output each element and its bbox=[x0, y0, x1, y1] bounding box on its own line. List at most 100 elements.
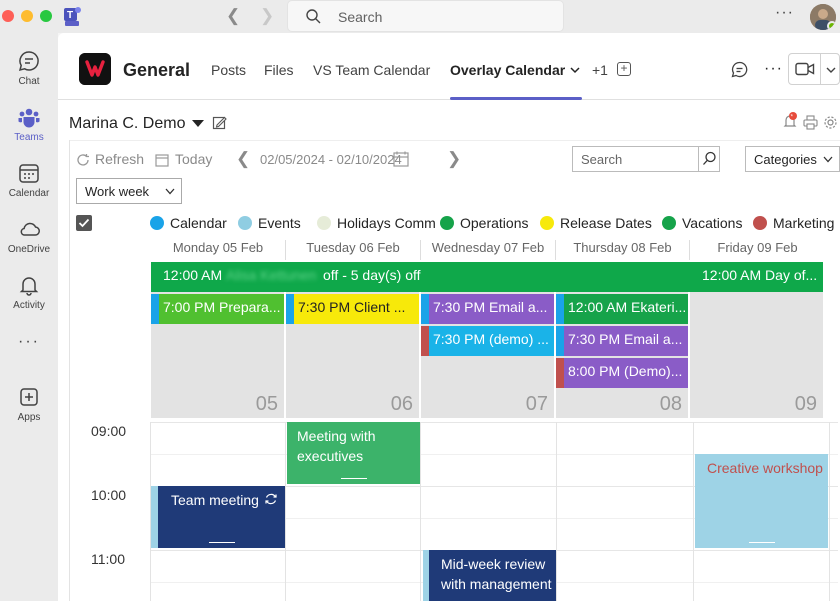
rail-item-activity[interactable]: Activity bbox=[0, 273, 58, 311]
date-picker-icon[interactable] bbox=[393, 151, 409, 167]
channel-more-options-icon[interactable]: ··· bbox=[764, 60, 783, 78]
checkmark-icon bbox=[78, 218, 90, 228]
day-event[interactable]: 7:30 PM Client ... bbox=[286, 294, 419, 324]
meet-button[interactable] bbox=[788, 53, 840, 85]
tab-more-count[interactable]: +1 bbox=[592, 62, 608, 78]
presence-available-icon bbox=[827, 21, 836, 30]
next-week-arrow-icon[interactable]: ❯ bbox=[447, 149, 461, 169]
more-apps-icon[interactable]: ··· bbox=[0, 333, 58, 351]
tab-posts[interactable]: Posts bbox=[211, 62, 246, 78]
print-icon[interactable] bbox=[803, 115, 818, 130]
tab-vs-team-calendar[interactable]: VS Team Calendar bbox=[313, 62, 430, 78]
meet-chevron-down-icon[interactable] bbox=[826, 66, 836, 74]
legend-label: Marketing bbox=[773, 215, 835, 231]
svg-text:T: T bbox=[67, 10, 73, 21]
legend-item-events[interactable]: Events bbox=[238, 215, 301, 231]
timed-event[interactable]: Mid-week review with management bbox=[423, 550, 556, 601]
notification-bell-icon[interactable]: * bbox=[783, 112, 797, 129]
legend-swatch bbox=[753, 216, 767, 230]
today-button[interactable]: Today bbox=[175, 151, 212, 167]
timed-event[interactable]: Team meeting bbox=[151, 486, 285, 548]
time-column-thursday[interactable] bbox=[557, 422, 694, 601]
event-title: 8:00 PM (Demo)... bbox=[568, 363, 683, 379]
timed-event[interactable]: Meeting with executives bbox=[287, 422, 420, 484]
add-tab-icon[interactable]: + bbox=[617, 62, 631, 76]
day-number: 07 bbox=[525, 393, 548, 415]
tab-files[interactable]: Files bbox=[264, 62, 294, 78]
conversation-icon[interactable] bbox=[731, 61, 748, 78]
calendar-search-icon bbox=[703, 151, 716, 165]
previous-week-arrow-icon[interactable]: ❮ bbox=[236, 149, 250, 169]
event-title: 7:30 PM Email a... bbox=[568, 331, 683, 347]
legend-item-calendar[interactable]: Calendar bbox=[150, 215, 227, 231]
event-title: Meeting with executives bbox=[297, 428, 376, 464]
legend-label: Calendar bbox=[170, 215, 227, 231]
all-day-event-friday[interactable]: 12:00 AM Day of... bbox=[702, 267, 817, 283]
app-rail: Chat Teams Calendar OneDrive Activity ··… bbox=[0, 33, 58, 601]
day-event[interactable]: 7:30 PM Email a... bbox=[556, 326, 688, 356]
legend-swatch bbox=[150, 216, 164, 230]
day-cell-friday[interactable]: 09 bbox=[690, 292, 823, 418]
avatar[interactable] bbox=[810, 4, 836, 30]
zoom-window-button[interactable] bbox=[40, 10, 52, 22]
calendar-owner-name: Marina C. Demo bbox=[69, 115, 186, 132]
resize-handle[interactable] bbox=[748, 542, 775, 543]
day-event[interactable]: 8:00 PM (Demo)... bbox=[556, 358, 688, 388]
legend-item-vacations[interactable]: Vacations bbox=[662, 215, 742, 231]
legend-swatch bbox=[238, 216, 252, 230]
back-arrow-icon[interactable]: ❮ bbox=[226, 6, 240, 26]
resize-handle[interactable] bbox=[340, 478, 367, 479]
forward-arrow-icon[interactable]: ❯ bbox=[260, 6, 274, 26]
minimize-window-button[interactable] bbox=[21, 10, 33, 22]
teams-icon bbox=[18, 108, 40, 128]
calendar-search-input[interactable]: Search bbox=[572, 146, 720, 172]
event-title: 7:00 PM Prepara... bbox=[163, 299, 281, 315]
refresh-button[interactable]: Refresh bbox=[95, 151, 144, 167]
categories-dropdown[interactable]: Categories bbox=[745, 146, 840, 172]
refresh-icon[interactable] bbox=[76, 153, 90, 167]
legend-label: Release Dates bbox=[560, 215, 652, 231]
day-event[interactable]: 12:00 AM Ekateri... bbox=[556, 294, 688, 324]
more-options-icon[interactable]: ··· bbox=[775, 4, 794, 22]
rail-item-teams[interactable]: Teams bbox=[0, 105, 58, 143]
day-event[interactable]: 7:00 PM Prepara... bbox=[151, 294, 284, 324]
calendar-icon bbox=[19, 164, 39, 183]
channel-header: General Posts Files VS Team Calendar Ove… bbox=[58, 33, 840, 100]
chevron-down-icon[interactable] bbox=[570, 66, 580, 74]
all-day-event-bar[interactable]: 12:00 AM Alisa Kettunen off - 5 day(s) o… bbox=[151, 262, 823, 292]
day-event[interactable]: 7:30 PM (demo) ... bbox=[421, 326, 554, 356]
legend-item-holidays[interactable]: Holidays Comm bbox=[317, 215, 436, 231]
edit-icon[interactable] bbox=[212, 115, 228, 130]
global-search-input[interactable]: Search bbox=[287, 0, 564, 32]
view-selector-dropdown[interactable]: Work week bbox=[76, 178, 182, 204]
event-accent bbox=[151, 294, 159, 324]
rail-item-apps[interactable]: Apps bbox=[0, 385, 58, 423]
date-range-field[interactable]: 02/05/2024 - 02/10/2024 bbox=[260, 152, 402, 167]
legend-item-marketing[interactable]: Marketing bbox=[753, 215, 834, 231]
channel-name: General bbox=[123, 60, 191, 80]
rail-label-apps: Apps bbox=[17, 412, 41, 423]
tab-overlay-calendar[interactable]: Overlay Calendar bbox=[450, 62, 565, 78]
settings-gear-icon[interactable] bbox=[823, 115, 838, 130]
timed-event[interactable]: Creative workshop bbox=[695, 454, 828, 548]
view-chevron-down-icon bbox=[165, 188, 175, 195]
calendar-search-button[interactable] bbox=[698, 147, 719, 171]
event-title: 7:30 PM (demo) ... bbox=[433, 331, 549, 347]
day-event[interactable]: 7:30 PM Email a... bbox=[421, 294, 554, 324]
legend-item-operations[interactable]: Operations bbox=[440, 215, 528, 231]
apps-icon bbox=[20, 388, 38, 406]
rail-item-chat[interactable]: Chat bbox=[0, 49, 58, 87]
calendar-left-border bbox=[69, 140, 70, 601]
title-bar: T ❮ ❯ Search ··· bbox=[0, 0, 840, 33]
rail-item-onedrive[interactable]: OneDrive bbox=[0, 217, 58, 255]
legend-swatch bbox=[317, 216, 331, 230]
legend-label: Events bbox=[258, 215, 301, 231]
close-window-button[interactable] bbox=[2, 10, 14, 22]
select-all-checkbox[interactable] bbox=[76, 215, 92, 231]
video-camera-icon bbox=[795, 62, 815, 76]
legend-item-release-dates[interactable]: Release Dates bbox=[540, 215, 652, 231]
resize-handle[interactable] bbox=[208, 542, 235, 543]
event-accent bbox=[556, 294, 564, 324]
rail-item-calendar[interactable]: Calendar bbox=[0, 161, 58, 199]
calendar-owner-selector[interactable]: Marina C. Demo bbox=[69, 115, 228, 133]
